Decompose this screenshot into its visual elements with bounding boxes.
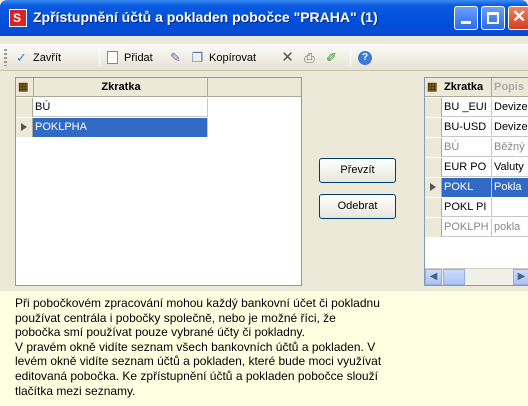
info-line: V pravém okně vidíte seznam všech bankov… [15,339,376,354]
horizontal-scrollbar[interactable]: ◀ ▶ [425,268,528,285]
info-line: Při pobočkovém zpracování mohou každý ba… [15,296,380,310]
window-title: Zpřístupnění účtů a pokladen pobočce "PR… [33,9,378,25]
table-row[interactable]: BU-USD Devize [425,118,528,137]
delete-button[interactable]: ✕ [280,48,299,67]
chevron-right-icon: ▶ [517,271,526,282]
scroll-thumb[interactable] [443,269,465,285]
table-row[interactable]: POKL PI [425,198,528,217]
edit-button[interactable]: ✎ [168,48,187,67]
scroll-right-button[interactable]: ▶ [513,269,528,285]
table-row[interactable]: POKLPH pokla [425,218,528,237]
edit-icon: ✎ [170,50,181,65]
table-row[interactable]: BÚ [16,98,208,117]
table-row[interactable]: POKL Pokla [425,178,528,197]
assigned-accounts-grid[interactable]: ▦ Zkratka BÚ POKLPHA [15,77,302,286]
tools-button[interactable]: ✐ [324,48,343,67]
scroll-left-button[interactable]: ◀ [425,269,442,285]
grid-header: ▦ Zkratka Popis [425,78,528,97]
add-label: Přidat [124,51,153,64]
take-button[interactable]: Převzít [319,158,396,183]
remove-button[interactable]: Odebrat [319,194,396,219]
info-line: pobočka smí používat pouze vybrané účty … [15,325,305,340]
minimize-button[interactable] [454,6,478,30]
minimize-icon [461,21,471,24]
brush-icon: ✐ [326,50,337,65]
table-row[interactable]: BÚ Běžný [425,138,528,157]
help-button[interactable]: ? [358,48,376,67]
current-row-icon [430,183,436,191]
toolbar-separator [99,48,100,67]
copy-button[interactable]: ❐ Kopírovat [190,48,256,67]
info-line: používat centrála i pobočky společně, ne… [15,310,336,325]
printer-icon: ⎙ [304,50,315,65]
help-icon: ? [358,50,372,65]
table-row[interactable]: BU _EUI Devize [425,98,528,117]
current-row-icon [21,123,27,131]
close-icon: ✕ [512,7,527,26]
delete-icon: ✕ [281,49,294,66]
toolbar: ✓ Zavřít Přidat ✎ ❐ Kopírovat ✕ ⎙ ✐ ? [0,44,528,71]
grid-settings-icon[interactable]: ▦ [18,80,28,93]
toolbar-grip[interactable] [4,49,7,66]
maximize-button[interactable] [481,6,505,30]
add-button[interactable]: Přidat [107,48,153,67]
new-document-icon [107,51,118,64]
app-icon: S [9,9,27,27]
column-header-zkratka[interactable]: Zkratka [33,78,208,97]
close-window-button[interactable]: ✕ [508,6,528,30]
info-line: levém okně vidíte seznam účtů a pokladen… [15,354,382,369]
grid-header: ▦ Zkratka [16,78,301,97]
copy-label: Kopírovat [209,51,257,64]
title-bar[interactable]: S Zpřístupnění účtů a pokladen pobočce "… [0,0,528,36]
toolbar-separator [350,48,351,67]
close-button[interactable]: ✓ Zavřít [14,48,61,67]
maximize-icon [487,12,499,24]
all-accounts-grid[interactable]: ▦ Zkratka Popis BU _EUI Devize BU-USD De… [424,77,528,286]
column-header-zkratka[interactable]: Zkratka [442,78,492,97]
chevron-left-icon: ◀ [429,271,438,282]
table-row[interactable]: EUR PO Valuty [425,158,528,177]
table-row[interactable]: POKLPHA [16,118,208,137]
checkmark-icon: ✓ [16,50,27,65]
info-line: tlačítka mezi seznamy. [15,383,136,398]
copy-icon: ❐ [191,50,204,65]
print-button[interactable]: ⎙ [302,48,321,67]
close-label: Zavřít [33,51,62,64]
info-panel: Při pobočkovém zpracování mohou každý ba… [0,291,528,406]
info-line: editovaná pobočka. Ke zpřístupnění účtů … [15,368,378,383]
grid-settings-icon[interactable]: ▦ [427,80,437,93]
column-header-popis[interactable]: Popis [492,78,528,97]
